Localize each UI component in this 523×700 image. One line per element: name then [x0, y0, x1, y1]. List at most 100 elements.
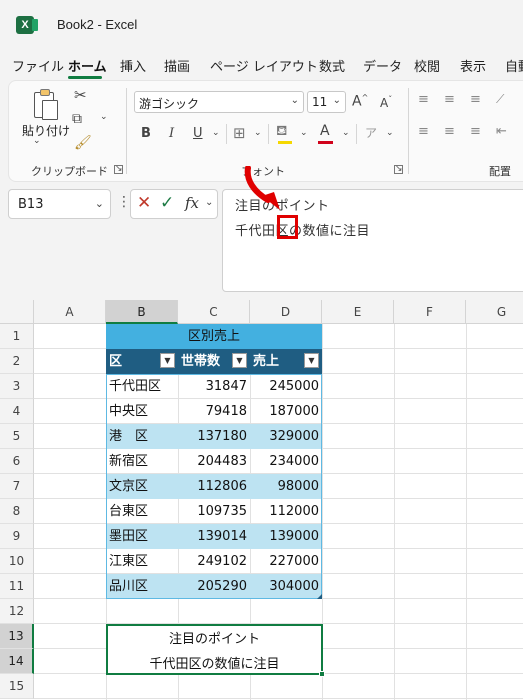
underline-button[interactable]: U	[193, 126, 203, 141]
fill-color-dropdown-chevron-icon[interactable]: ⌄	[300, 128, 308, 138]
table-cell-households[interactable]: 112806	[178, 474, 250, 499]
font-name-select[interactable]: 游ゴシック ⌄	[134, 91, 304, 113]
underline-dropdown-chevron-icon[interactable]: ⌄	[212, 128, 220, 138]
row-header-1[interactable]: 1	[0, 324, 34, 349]
column-header-f[interactable]: F	[394, 300, 466, 324]
align-bottom-icon[interactable]: ≡	[470, 92, 481, 107]
row-header-5[interactable]: 5	[0, 424, 34, 449]
font-color-dropdown-chevron-icon[interactable]: ⌄	[342, 128, 350, 138]
row-header-11[interactable]: 11	[0, 574, 34, 599]
filter-dropdown-icon[interactable]: ▼	[160, 353, 175, 368]
row-header-10[interactable]: 10	[0, 549, 34, 574]
grow-font-icon[interactable]: A^	[352, 93, 368, 110]
cut-icon[interactable]: ✂	[74, 86, 87, 104]
insert-function-icon[interactable]: fx	[185, 194, 199, 212]
table-header-sales[interactable]: 売上 ▼	[250, 349, 322, 374]
table-cell-ward[interactable]: 中央区	[106, 399, 178, 424]
align-right-icon[interactable]: ≡	[470, 124, 481, 139]
tab-data[interactable]: データ	[363, 56, 402, 75]
column-header-e[interactable]: E	[322, 300, 394, 324]
select-all-corner[interactable]	[0, 300, 34, 324]
fill-color-icon[interactable]: ⛾	[276, 123, 287, 141]
row-header-14[interactable]: 14	[0, 649, 34, 674]
borders-dropdown-chevron-icon[interactable]: ⌄	[254, 128, 262, 138]
table-title-cell[interactable]: 区別売上	[106, 324, 322, 349]
italic-button[interactable]: I	[169, 126, 174, 141]
table-cell-sales[interactable]: 187000	[250, 399, 322, 424]
row-header-2[interactable]: 2	[0, 349, 34, 374]
table-cell-sales[interactable]: 245000	[250, 374, 322, 399]
table-cell-sales[interactable]: 304000	[250, 574, 322, 599]
column-header-b[interactable]: B	[106, 300, 178, 324]
filter-dropdown-icon[interactable]: ▼	[304, 353, 319, 368]
orientation-icon[interactable]: ⟋	[496, 92, 504, 107]
table-cell-ward[interactable]: 港 区	[106, 424, 178, 449]
align-top-icon[interactable]: ≡	[418, 92, 429, 107]
selected-merged-cell-b13[interactable]: 注目のポイント 千代田区の数値に注目	[106, 624, 323, 675]
tab-file[interactable]: ファイル	[12, 56, 64, 75]
tab-insert[interactable]: 挿入	[120, 56, 146, 75]
worksheet-grid[interactable]: A B C D E F G 1 2 3 4 5 6 7 8 9 10 11 12…	[0, 300, 523, 700]
tab-formulas[interactable]: 数式	[319, 56, 345, 75]
table-cell-households[interactable]: 205290	[178, 574, 250, 599]
table-cell-ward[interactable]: 墨田区	[106, 524, 178, 549]
clipboard-launcher-icon[interactable]: ↘	[114, 165, 123, 174]
tab-automate[interactable]: 自動	[505, 56, 523, 75]
table-resize-handle[interactable]	[317, 594, 322, 599]
phonetic-dropdown-chevron-icon[interactable]: ⌄	[386, 128, 394, 138]
align-middle-icon[interactable]: ≡	[444, 92, 455, 107]
table-cell-ward[interactable]: 江東区	[106, 549, 178, 574]
column-header-a[interactable]: A	[34, 300, 106, 324]
font-size-select[interactable]: 11 ⌄	[307, 91, 346, 113]
name-box[interactable]: B13 ⌄	[8, 189, 111, 219]
table-cell-sales[interactable]: 234000	[250, 449, 322, 474]
table-cell-ward[interactable]: 品川区	[106, 574, 178, 599]
row-header-15[interactable]: 15	[0, 674, 34, 699]
table-cell-households[interactable]: 139014	[178, 524, 250, 549]
table-cell-sales[interactable]: 98000	[250, 474, 322, 499]
fill-handle[interactable]	[319, 671, 325, 677]
paste-dropdown-chevron-icon[interactable]: ⌄	[33, 136, 41, 146]
format-painter-icon[interactable]: 🖌	[74, 135, 92, 151]
font-launcher-icon[interactable]: ↘	[394, 165, 403, 174]
column-header-c[interactable]: C	[178, 300, 250, 324]
table-cell-households[interactable]: 137180	[178, 424, 250, 449]
row-header-3[interactable]: 3	[0, 374, 34, 399]
table-cell-ward[interactable]: 台東区	[106, 499, 178, 524]
chevron-down-icon[interactable]: ⌄	[205, 197, 213, 208]
bold-button[interactable]: B	[141, 126, 151, 141]
column-header-d[interactable]: D	[250, 300, 322, 324]
table-cell-households[interactable]: 31847	[178, 374, 250, 399]
row-header-9[interactable]: 9	[0, 524, 34, 549]
table-cell-sales[interactable]: 112000	[250, 499, 322, 524]
row-header-7[interactable]: 7	[0, 474, 34, 499]
cancel-icon[interactable]: ✕	[137, 193, 151, 213]
tab-review[interactable]: 校閲	[414, 56, 440, 75]
table-cell-households[interactable]: 204483	[178, 449, 250, 474]
decrease-indent-icon[interactable]: ⇤	[496, 124, 507, 139]
table-cell-sales[interactable]: 139000	[250, 524, 322, 549]
align-left-icon[interactable]: ≡	[418, 124, 429, 139]
shrink-font-icon[interactable]: Aˇ	[380, 95, 392, 110]
row-header-6[interactable]: 6	[0, 449, 34, 474]
table-cell-sales[interactable]: 329000	[250, 424, 322, 449]
table-cell-households[interactable]: 249102	[178, 549, 250, 574]
table-cell-ward[interactable]: 文京区	[106, 474, 178, 499]
table-cell-ward[interactable]: 新宿区	[106, 449, 178, 474]
row-header-12[interactable]: 12	[0, 599, 34, 624]
tab-draw[interactable]: 描画	[164, 56, 190, 75]
copy-icon[interactable]: ⧉	[72, 111, 82, 127]
enter-check-icon[interactable]: ✓	[160, 193, 174, 213]
align-center-icon[interactable]: ≡	[444, 124, 455, 139]
paste-icon[interactable]	[30, 89, 60, 122]
font-color-icon[interactable]: A	[320, 123, 330, 139]
table-cell-households[interactable]: 79418	[178, 399, 250, 424]
phonetic-guide-icon[interactable]: ア	[365, 124, 377, 141]
tab-home[interactable]: ホーム	[68, 56, 107, 75]
row-header-4[interactable]: 4	[0, 399, 34, 424]
tab-page-layout[interactable]: ページ レイアウト	[210, 56, 318, 75]
row-header-8[interactable]: 8	[0, 499, 34, 524]
filter-dropdown-icon[interactable]: ▼	[232, 353, 247, 368]
table-header-ward[interactable]: 区 ▼	[106, 349, 178, 374]
column-header-g[interactable]: G	[466, 300, 523, 324]
